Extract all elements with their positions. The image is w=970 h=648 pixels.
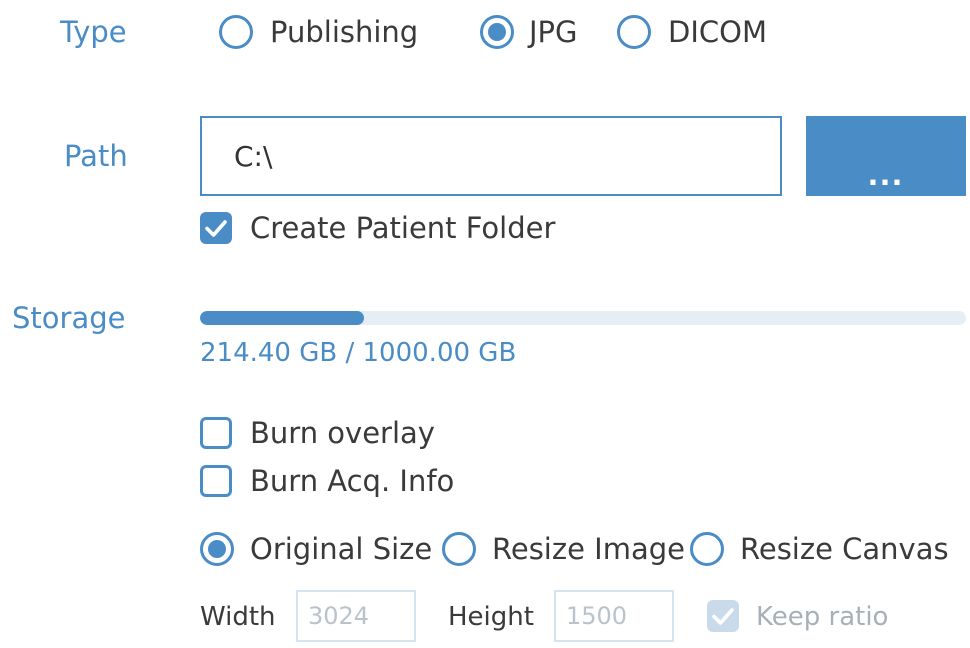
width-label: Width xyxy=(200,602,276,632)
radio-dot xyxy=(450,540,468,558)
create-folder-checkbox[interactable] xyxy=(200,212,232,244)
radio-original-size[interactable] xyxy=(200,532,234,566)
radio-dot xyxy=(698,540,716,558)
height-input[interactable] xyxy=(554,590,674,642)
radio-publishing[interactable] xyxy=(219,15,253,49)
radio-jpg[interactable] xyxy=(480,15,514,49)
burn-overlay-checkbox[interactable] xyxy=(200,417,232,449)
browse-button-label: ... xyxy=(867,152,904,193)
burn-acq-checkbox[interactable] xyxy=(200,465,232,497)
radio-dot xyxy=(488,23,506,41)
storage-bar-fill xyxy=(200,311,365,325)
radio-dicom[interactable] xyxy=(617,15,651,49)
burn-overlay-label[interactable]: Burn overlay xyxy=(250,415,435,451)
storage-bar xyxy=(200,311,966,325)
storage-text: 214.40 GB / 1000.00 GB xyxy=(200,338,517,368)
height-label: Height xyxy=(448,602,534,632)
keep-ratio-checkbox[interactable] xyxy=(707,600,739,632)
radio-resize-image[interactable] xyxy=(442,532,476,566)
keep-ratio-label[interactable]: Keep ratio xyxy=(756,600,888,634)
width-input[interactable] xyxy=(296,590,416,642)
path-label: Path xyxy=(64,139,128,173)
radio-resize-image-label[interactable]: Resize Image xyxy=(492,531,685,567)
checkmark-icon xyxy=(200,212,232,244)
create-folder-label[interactable]: Create Patient Folder xyxy=(250,210,555,246)
type-label: Type xyxy=(60,15,127,49)
storage-label: Storage xyxy=(12,301,126,335)
radio-resize-canvas[interactable] xyxy=(690,532,724,566)
burn-acq-label[interactable]: Burn Acq. Info xyxy=(250,463,454,499)
browse-button[interactable]: ... xyxy=(806,116,966,196)
path-input[interactable] xyxy=(200,116,782,196)
radio-dot xyxy=(227,23,245,41)
radio-jpg-label[interactable]: JPG xyxy=(529,14,578,50)
radio-resize-canvas-label[interactable]: Resize Canvas xyxy=(740,531,949,567)
radio-dot xyxy=(208,540,226,558)
checkmark-icon xyxy=(707,600,739,632)
radio-original-size-label[interactable]: Original Size xyxy=(250,531,432,567)
radio-dot xyxy=(625,23,643,41)
radio-dicom-label[interactable]: DICOM xyxy=(668,14,767,50)
radio-publishing-label[interactable]: Publishing xyxy=(270,14,418,50)
